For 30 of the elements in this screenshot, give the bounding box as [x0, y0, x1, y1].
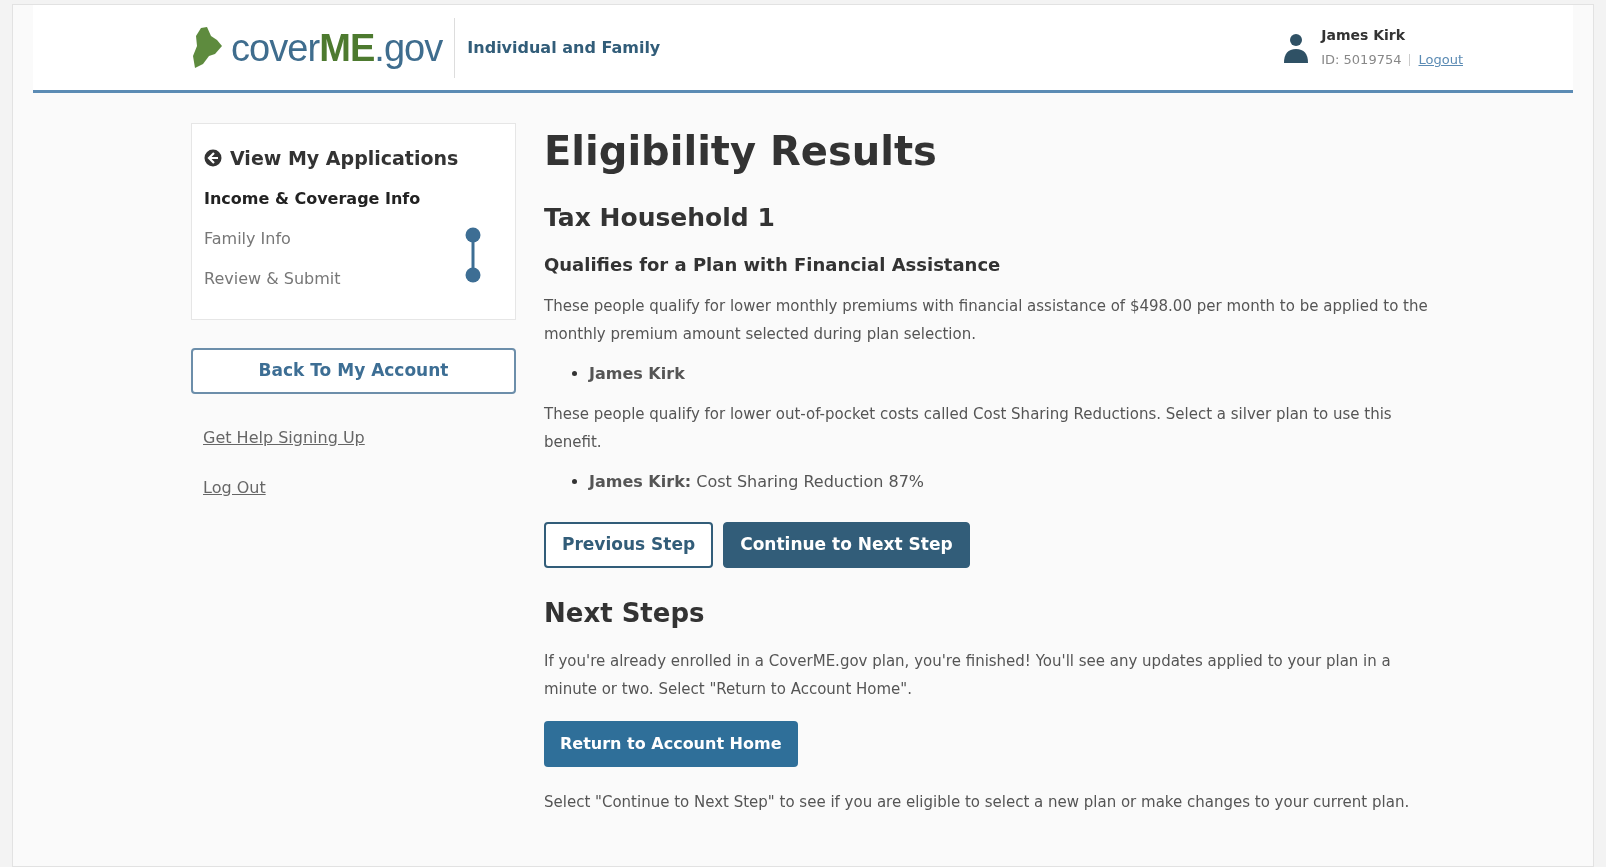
continue-button[interactable]: Continue to Next Step [723, 521, 970, 568]
eligibility-text: These people qualify for lower monthly premiums with financial assistance of $498.00 per month to be applied to the monthly premium amount selected during plan selection. [544, 295, 1429, 345]
view-applications-link[interactable]: View My Applications [204, 144, 503, 173]
user-icon [1283, 31, 1310, 64]
bullet-icon [572, 479, 577, 484]
tagline: Individual and Family [467, 36, 661, 59]
person-entry: James Kirk [589, 362, 685, 385]
step-tracker-drawing [465, 226, 481, 283]
step-item[interactable]: Family Info [204, 226, 465, 251]
person-entry: James Kirk: Cost Sharing Reduction 87% [589, 470, 925, 493]
next-steps-heading: Next Steps [544, 596, 706, 630]
eligibility-text: These people qualify for lower out-of-pocket costs called Cost Sharing Reductions. Select a silver plan to use this benefit. [544, 403, 1393, 453]
return-home-button[interactable]: Return to Account Home [544, 720, 798, 767]
logo-text[interactable]: coverME.gov [231, 28, 443, 67]
previous-button[interactable]: Previous Step [544, 521, 714, 568]
next-steps-text: If you're already enrolled in a CoverME.gov plan, you're finished! You'll see any updates applied to your plan in a minute or two. Select "Return to Account Home". [544, 650, 1392, 700]
sidebar-link[interactable]: Get Help Signing Up [203, 425, 365, 450]
step-item[interactable]: Review & Submit [204, 266, 465, 291]
back-to-account-button[interactable]: Back To My Account [191, 347, 516, 394]
logout-link[interactable]: Logout [1418, 50, 1463, 70]
footer-text: Select "Continue to Next Step" to see if you are eligible to select a new plan or make changes to your current plan. [544, 791, 1411, 813]
household-heading: Tax Household 1 [544, 202, 776, 234]
qualification-heading: Qualifies for a Plan with Financial Assistance [544, 252, 1002, 277]
bullet-icon [572, 371, 577, 376]
step-item[interactable]: Income & Coverage Info [204, 186, 465, 211]
state-map-icon [191, 25, 223, 70]
back-arrow-icon [204, 149, 222, 168]
sidebar-link[interactable]: Log Out [203, 475, 266, 500]
user-name: James Kirk [1321, 26, 1407, 46]
user-id: ID: 5019754 [1321, 51, 1402, 70]
